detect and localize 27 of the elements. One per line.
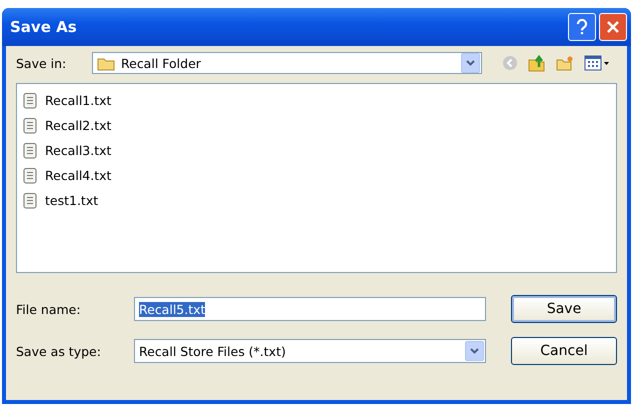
- question-mark-icon: [576, 19, 588, 35]
- save-in-dropdown[interactable]: Recall Folder: [92, 52, 482, 74]
- cancel-button[interactable]: Cancel: [511, 337, 617, 365]
- help-button[interactable]: [568, 13, 596, 41]
- file-name-label: File name:: [16, 302, 82, 316]
- file-item[interactable]: Recall1.txt: [43, 93, 114, 108]
- up-folder-icon[interactable]: [528, 54, 546, 72]
- text-file-icon: [23, 142, 37, 159]
- new-folder-icon[interactable]: [556, 55, 574, 71]
- file-item[interactable]: Recall3.txt: [43, 143, 114, 158]
- text-file-icon: [23, 92, 37, 109]
- close-button[interactable]: [599, 13, 627, 41]
- folder-icon: [97, 56, 115, 70]
- save-as-type-label: Save as type:: [16, 344, 102, 358]
- save-as-type-dropdown[interactable]: Recall Store Files (*.txt): [134, 339, 486, 363]
- text-file-icon: [23, 167, 37, 184]
- save-in-label: Save in:: [16, 56, 68, 70]
- view-menu-icon[interactable]: [584, 55, 610, 71]
- text-file-icon: [23, 117, 37, 134]
- close-icon: [606, 20, 620, 34]
- file-item[interactable]: Recall4.txt: [43, 168, 114, 183]
- window-title: Save As: [10, 18, 78, 36]
- file-name-field[interactable]: Recall5.txt: [134, 297, 486, 321]
- text-file-icon: [23, 192, 37, 209]
- save-button[interactable]: Save: [511, 295, 617, 323]
- file-item[interactable]: Recall2.txt: [43, 118, 114, 133]
- file-item[interactable]: test1.txt: [43, 193, 100, 208]
